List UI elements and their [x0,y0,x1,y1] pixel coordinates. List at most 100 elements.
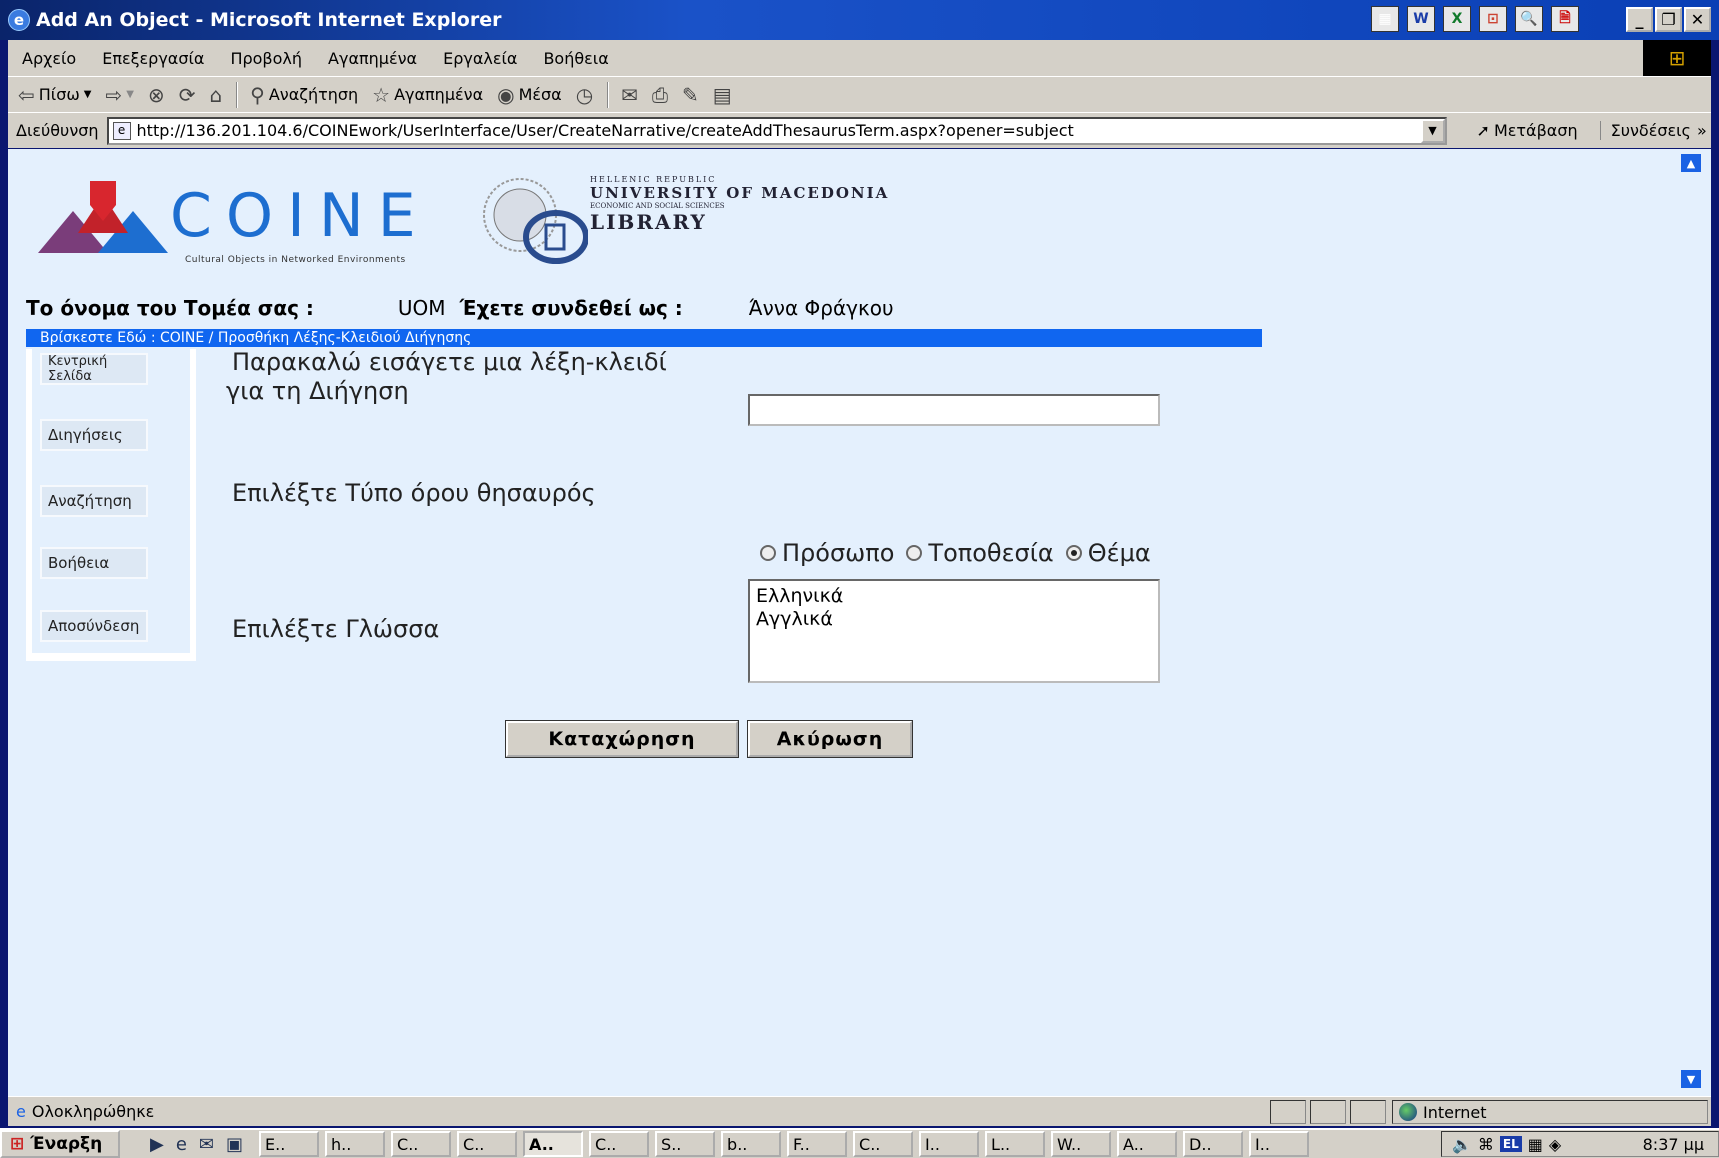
radio-location[interactable] [906,545,923,561]
mail-icon[interactable]: ✉ [621,83,638,107]
media-icon: ◉ [497,82,515,107]
language-option-greek[interactable]: Ελληνικά [756,585,1152,608]
back-dropdown-icon[interactable]: ▼ [84,89,92,100]
taskbar-button-active[interactable]: A.. [523,1131,584,1157]
cancel-button[interactable]: Ακύρωση [747,720,913,758]
tray-app-icon[interactable]: ▦ [1528,1135,1543,1154]
address-dropdown-icon[interactable]: ▼ [1420,118,1445,143]
restore-button[interactable]: ❐ [1655,7,1682,32]
window-controls: _ ❐ ✕ [1626,7,1711,32]
powerpoint-icon[interactable]: ⊡ [1479,6,1507,32]
keyword-label-line-2: για τη Διήγηση [226,377,409,405]
taskbar-button[interactable]: I.. [1249,1131,1310,1157]
search-icon: ⚲ [250,82,265,107]
taskbar-button[interactable]: W.. [1051,1131,1112,1157]
taskbar-button[interactable]: E.. [259,1131,320,1157]
taskbar-button[interactable]: F.. [787,1131,848,1157]
menu-bar: Αρχείο Επεξεργασία Προβολή Αγαπημένα Εργ… [8,40,1711,76]
status-panes [1270,1100,1386,1124]
scroll-up-icon[interactable]: ▲ [1681,154,1701,172]
scroll-down-icon[interactable]: ▼ [1681,1070,1701,1088]
taskbar-button[interactable]: C.. [391,1131,452,1157]
desktop-icon[interactable]: ▣ [226,1134,243,1155]
radio-option-location[interactable]: Τοποθεσία [906,539,1054,567]
url-text[interactable]: http://136.201.104.6/COINEwork/UserInter… [137,121,1074,140]
word-icon[interactable]: W [1407,6,1435,32]
submit-button[interactable]: Καταχώρηση [505,720,739,758]
radio-option-person[interactable]: Πρόσωπο [760,539,894,567]
sidebar-item-home[interactable]: Κεντρική Σελίδα [40,353,148,385]
site-header: COINE Cultural Objects in Networked Envi… [30,163,890,273]
stop-icon[interactable]: ⊗ [148,83,165,107]
taskbar-button[interactable]: h.. [325,1131,386,1157]
sidebar-item-help[interactable]: Βοήθεια [40,547,148,579]
tray-app-icon[interactable]: ◈ [1549,1135,1561,1154]
start-button[interactable]: ⊞ Έναρξη [0,1130,120,1158]
language-listbox[interactable]: Ελληνικά Αγγλικά [748,579,1160,683]
url-field[interactable]: e http://136.201.104.6/COINEwork/UserInt… [106,116,1447,145]
university-line-4: LIBRARY [590,210,707,234]
forward-button[interactable]: ⇨ ▼ [105,83,133,107]
taskbar-button[interactable]: b.. [721,1131,782,1157]
acrobat-icon[interactable]: 🗎 [1551,6,1579,32]
globe-icon [1399,1103,1417,1121]
keyword-input[interactable] [748,394,1160,426]
search-app-icon[interactable]: 🔍 [1515,6,1543,32]
windows-flag-icon: ⊞ [10,1134,25,1154]
history-icon[interactable]: ◷ [576,83,593,107]
university-line-3: ECONOMIC AND SOCIAL SCIENCES [590,202,725,210]
edit-icon[interactable]: ✎ [682,83,699,107]
chevron-right-icon[interactable]: » [1697,121,1707,140]
discuss-icon[interactable]: ▤ [713,83,732,107]
volume-icon[interactable]: 🔈 [1452,1135,1472,1154]
taskbar-button[interactable]: D.. [1183,1131,1244,1157]
favorites-label: Αγαπημένα [394,85,484,104]
back-button[interactable]: ⇦ Πίσω ▼ [18,83,91,107]
status-pane [1310,1100,1346,1124]
print-icon[interactable]: ⎙ [652,83,668,107]
close-button[interactable]: ✕ [1684,7,1711,32]
refresh-icon[interactable]: ⟳ [179,83,196,107]
sidebar-item-search[interactable]: Αναζήτηση [40,485,148,517]
clock[interactable]: 8:37 μμ [1643,1135,1704,1154]
menu-help[interactable]: Βοήθεια [543,49,608,68]
forward-dropdown-icon[interactable]: ▼ [126,89,134,100]
menu-file[interactable]: Αρχείο [22,49,76,68]
titlebar-app-shortcuts: ▦ W X ⊡ 🔍 🗎 [1371,6,1579,32]
taskbar-button[interactable]: C.. [853,1131,914,1157]
search-button[interactable]: ⚲ Αναζήτηση [250,83,358,107]
minimize-button[interactable]: _ [1626,7,1653,32]
ie-quick-icon[interactable]: e [176,1134,187,1155]
taskbar-button[interactable]: A.. [1117,1131,1178,1157]
menu-view[interactable]: Προβολή [230,49,302,68]
taskbar-button[interactable]: S.. [655,1131,716,1157]
outlook-icon[interactable]: ✉ [199,1134,214,1155]
home-icon[interactable]: ⌂ [209,83,222,107]
taskbar-button[interactable]: L.. [985,1131,1046,1157]
favorites-button[interactable]: ☆ Αγαπημένα [372,83,483,107]
media-player-icon[interactable]: ▶ [150,1134,164,1155]
user-value: Άννα Φράγκου [748,296,894,320]
media-button[interactable]: ◉ Μέσα [497,83,562,107]
user-label: Έχετε συνδεθεί ως : [459,296,683,320]
menu-favorites[interactable]: Αγαπημένα [328,49,417,68]
language-indicator[interactable]: EL [1499,1136,1522,1152]
go-button[interactable]: ➚ Μετάβαση [1477,121,1578,140]
taskbar-button[interactable]: C.. [589,1131,650,1157]
status-pane [1270,1100,1306,1124]
menu-tools[interactable]: Εργαλεία [443,49,517,68]
excel-icon[interactable]: X [1443,6,1471,32]
radio-option-subject[interactable]: Θέμα [1065,539,1151,567]
links-button[interactable]: Συνδέσεις » [1599,121,1707,140]
radio-subject[interactable] [1065,545,1082,561]
network-icon[interactable]: ⌘ [1478,1135,1494,1154]
thesaurus-type-radio-group: Πρόσωπο Τοποθεσία Θέμα [760,539,1163,567]
radio-person[interactable] [760,545,776,561]
taskbar-button[interactable]: C.. [457,1131,518,1157]
app-shortcut-icon[interactable]: ▦ [1371,6,1399,32]
sidebar-item-narratives[interactable]: Διηγήσεις [40,419,148,451]
taskbar-button[interactable]: I.. [919,1131,980,1157]
sidebar-item-logout[interactable]: Αποσύνδεση [40,610,148,642]
menu-edit[interactable]: Επεξεργασία [102,49,204,68]
language-option-english[interactable]: Αγγλικά [756,608,1152,631]
